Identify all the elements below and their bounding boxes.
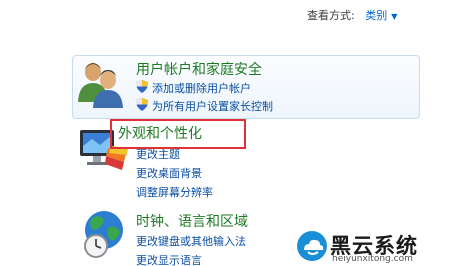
uac-shield-icon [136,80,148,93]
link-adjust-screen-resolution[interactable]: 调整屏幕分辨率 [136,184,213,200]
link-add-remove-user-accounts[interactable]: 添加或删除用户帐户 [152,80,251,96]
view-by-label: 查看方式: [307,9,355,22]
uac-shield-icon [136,98,148,111]
link-change-theme[interactable]: 更改主题 [136,146,180,162]
category-title-appearance[interactable]: 外观和个性化 [118,123,202,143]
link-change-keyboard-input[interactable]: 更改键盘或其他输入法 [136,233,246,249]
users-icon[interactable] [76,58,126,110]
link-change-desktop-background[interactable]: 更改桌面背景 [136,165,202,181]
cloud-logo-icon [297,231,327,261]
category-title-clock-language-region[interactable]: 时钟、语言和区域 [136,211,248,231]
globe-clock-icon[interactable] [80,208,128,260]
view-by-control: 查看方式: 类别 ▼ [307,7,397,23]
category-title-user-accounts[interactable]: 用户帐户和家庭安全 [136,59,262,79]
view-by-value[interactable]: 类别 [365,9,387,22]
chevron-down-icon[interactable]: ▼ [391,12,397,21]
watermark-url: heiyunxitong.com [332,254,413,264]
link-parental-controls[interactable]: 为所有用户设置家长控制 [152,98,273,114]
view-by-dropdown[interactable]: 类别 ▼ [365,9,397,22]
link-change-display-language[interactable]: 更改显示语言 [136,252,202,266]
watermark: 黑云系统 heiyunxitong.com [288,222,454,266]
